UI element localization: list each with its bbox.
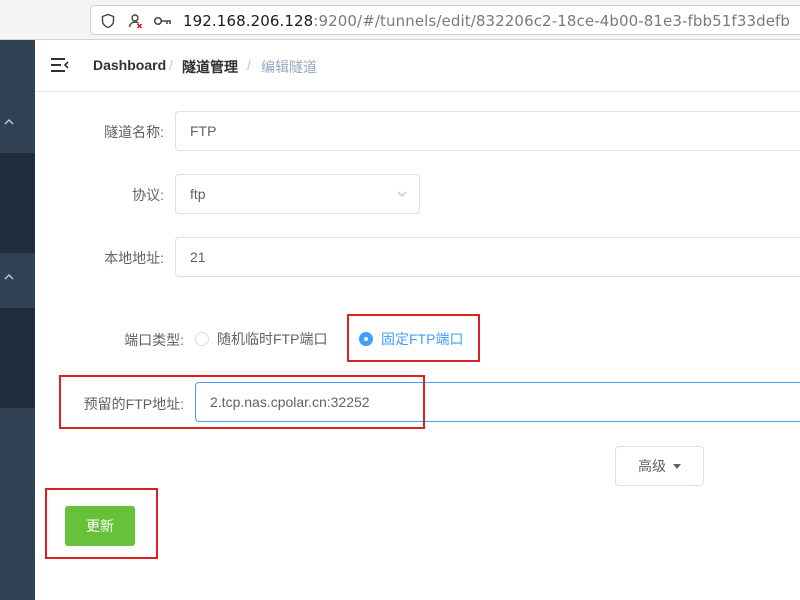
chevron-up-icon[interactable] xyxy=(2,270,16,284)
breadcrumb-separator: / xyxy=(169,57,173,73)
url-host: 192.168.206.128 xyxy=(183,12,314,30)
advanced-button[interactable]: 高级 xyxy=(615,446,704,486)
chevron-down-icon xyxy=(397,191,407,197)
local-address-label: 本地地址: xyxy=(104,250,164,266)
url-text[interactable]: 192.168.206.128:9200/#/tunnels/edit/8322… xyxy=(183,12,790,30)
highlight-box xyxy=(59,375,425,429)
chevron-up-icon[interactable] xyxy=(2,115,16,129)
protocol-select[interactable]: ftp xyxy=(175,174,420,214)
caret-down-icon xyxy=(673,463,681,469)
breadcrumb-dashboard[interactable]: Dashboard xyxy=(93,57,166,73)
tunnel-name-label: 隧道名称: xyxy=(104,124,164,140)
radio-random-port[interactable]: 随机临时FTP端口 xyxy=(195,329,327,349)
highlight-box xyxy=(347,314,480,362)
sidebar xyxy=(0,40,35,600)
port-type-label: 端口类型: xyxy=(124,332,184,348)
protocol-value: ftp xyxy=(190,186,206,202)
url-path: :9200/#/tunnels/edit/832206c2-18ce-4b00-… xyxy=(313,12,791,30)
tunnel-name-input[interactable]: FTP xyxy=(175,111,800,151)
sidebar-submenu[interactable] xyxy=(0,153,35,253)
local-address-input[interactable]: 21 xyxy=(175,237,800,277)
radio-random-port-label: 随机临时FTP端口 xyxy=(217,331,328,347)
key-icon[interactable] xyxy=(153,13,173,29)
address-bar[interactable]: 192.168.206.128:9200/#/tunnels/edit/8322… xyxy=(90,5,800,35)
permissions-icon[interactable] xyxy=(127,13,143,29)
breadcrumb-tunnels[interactable]: 隧道管理 xyxy=(182,57,238,77)
advanced-button-label: 高级 xyxy=(638,458,666,474)
breadcrumb-current: 编辑隧道 xyxy=(261,59,317,75)
breadcrumb-separator: / xyxy=(247,57,251,73)
browser-toolbar: 192.168.206.128:9200/#/tunnels/edit/8322… xyxy=(0,0,800,40)
menu-toggle-icon[interactable] xyxy=(51,57,69,73)
shield-icon[interactable] xyxy=(100,13,116,29)
radio-circle xyxy=(195,332,209,346)
protocol-label: 协议: xyxy=(132,187,164,203)
sidebar-submenu[interactable] xyxy=(0,308,35,408)
page-header: Dashboard / 隧道管理 / 编辑隧道 xyxy=(35,40,800,92)
highlight-box xyxy=(45,488,158,559)
